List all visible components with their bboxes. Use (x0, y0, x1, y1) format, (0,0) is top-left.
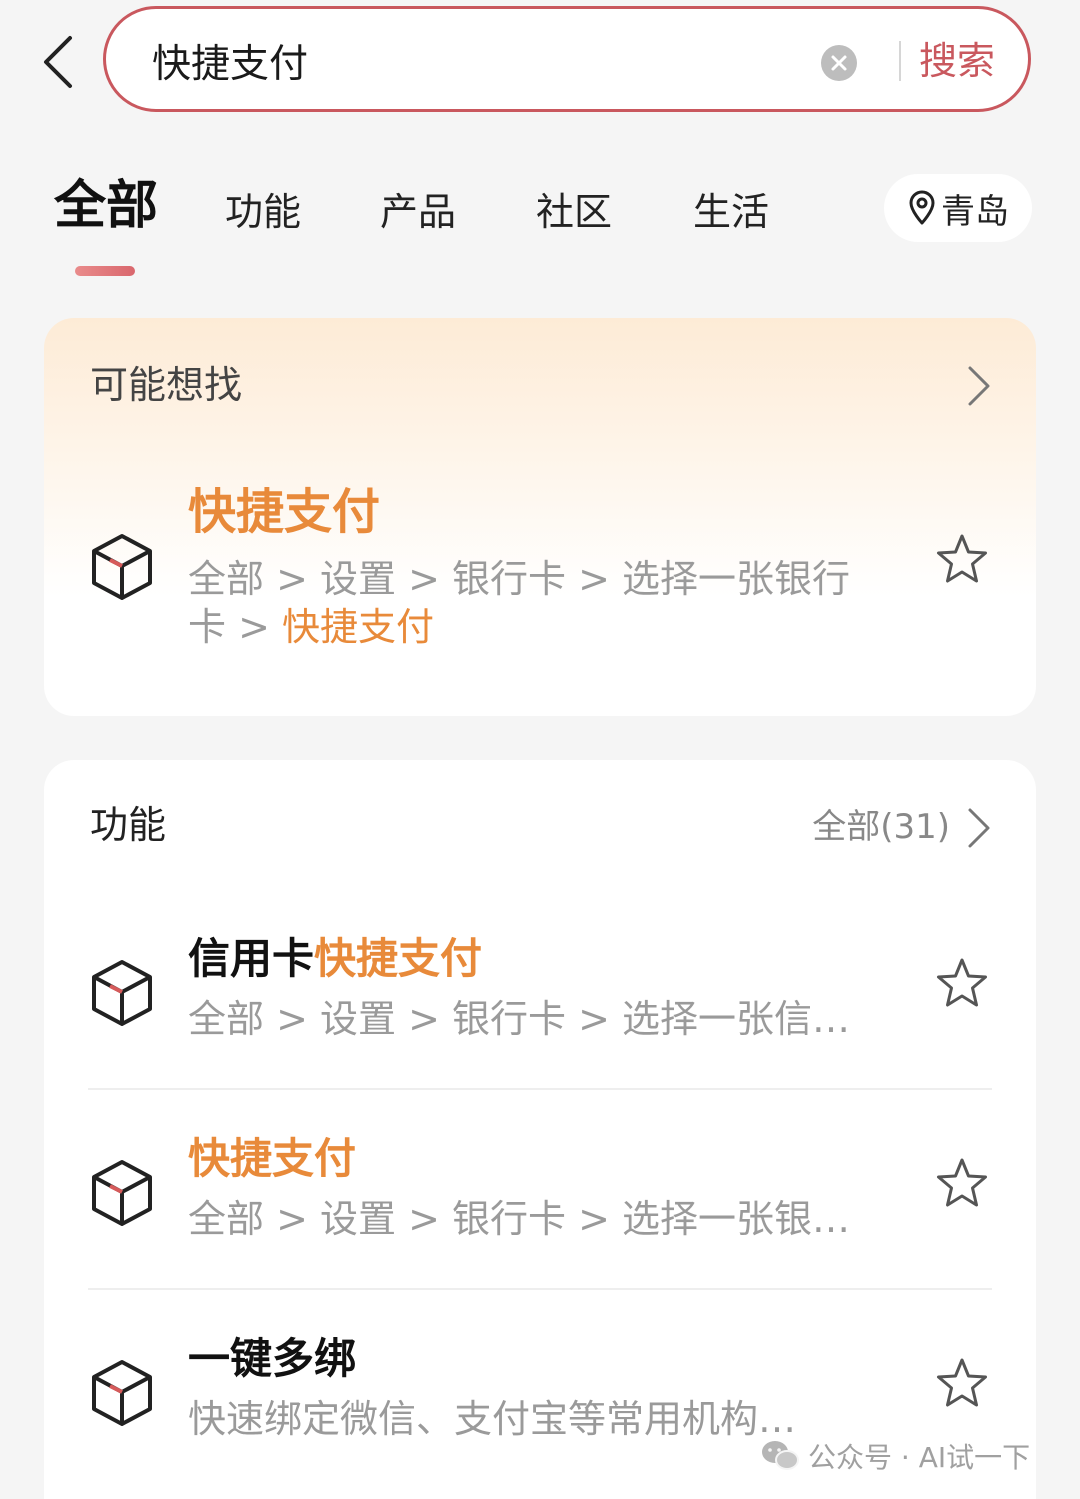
location-pin-icon (909, 190, 935, 225)
suggestion-header: 可能想找 (90, 363, 243, 407)
title-highlight: 快捷支付 (188, 1134, 357, 1183)
watermark: 公众号 · AI试一下 (760, 1432, 1030, 1480)
search-bar: 搜索 (103, 6, 1031, 112)
back-button[interactable] (36, 32, 80, 92)
item-path: 全部 > 设置 > 银行卡 > 选择一张银… (188, 1197, 850, 1241)
star-icon[interactable] (934, 532, 990, 588)
cube-icon (92, 960, 152, 1026)
star-icon[interactable] (934, 1356, 990, 1412)
tab-community[interactable]: 社区 (536, 188, 612, 236)
item-title: 信用卡快捷支付 (188, 932, 482, 986)
wechat-icon (762, 1441, 799, 1470)
divider (88, 1088, 992, 1090)
cube-icon (92, 534, 152, 600)
list-item[interactable]: 快捷支付 全部 > 设置 > 银行卡 > 选择一张银… (44, 1098, 1036, 1298)
search-input[interactable] (152, 31, 792, 91)
close-icon (831, 55, 847, 71)
chevron-right-icon[interactable] (966, 364, 992, 408)
search-divider (899, 41, 901, 81)
list-item[interactable]: 信用卡快捷支付 全部 > 设置 > 银行卡 > 选择一张信… (44, 898, 1036, 1098)
suggestion-card: 可能想找 快捷支付 全部 > 设置 > 银行卡 > 选择一张银行 卡 > 快捷支… (44, 318, 1036, 716)
suggestion-item[interactable]: 快捷支付 全部 > 设置 > 银行卡 > 选择一张银行 卡 > 快捷支付 (44, 468, 1036, 688)
tab-products[interactable]: 产品 (380, 188, 456, 236)
chevron-right-icon[interactable] (966, 806, 992, 850)
location-selector[interactable]: 青岛 (884, 174, 1032, 242)
divider (88, 1288, 992, 1290)
functions-card: 功能 全部(31) 信用卡快捷支付 全部 > 设置 > 银行卡 > 选择一张信…… (44, 760, 1036, 1499)
cube-icon (92, 1360, 152, 1426)
location-city: 青岛 (941, 191, 1009, 232)
tab-life[interactable]: 生活 (693, 188, 769, 236)
clear-button[interactable] (821, 45, 857, 81)
suggestion-title: 快捷支付 (188, 484, 381, 540)
suggestion-path-line1: 全部 > 设置 > 银行卡 > 选择一张银行 (188, 557, 850, 601)
title-plain: 信用卡 (188, 934, 315, 983)
active-tab-indicator (75, 266, 135, 276)
item-path: 全部 > 设置 > 银行卡 > 选择一张信… (188, 997, 850, 1041)
item-path: 快速绑定微信、支付宝等常用机构… (188, 1397, 797, 1441)
suggestion-path-line2: 卡 > 快捷支付 (188, 602, 434, 652)
cube-icon (92, 1160, 152, 1226)
functions-header: 功能 (90, 803, 167, 847)
search-button[interactable]: 搜索 (919, 35, 995, 87)
tab-all[interactable]: 全部 (54, 174, 158, 238)
chevron-left-icon (44, 36, 72, 88)
path-prefix: 卡 > (188, 605, 282, 649)
item-title: 快捷支付 (188, 1132, 356, 1186)
tab-functions[interactable]: 功能 (225, 188, 301, 236)
view-all-link[interactable]: 全部(31) (812, 804, 950, 850)
star-icon[interactable] (934, 956, 990, 1012)
category-tabs: 全部 功能 产品 社区 生活 青岛 (0, 160, 1080, 290)
watermark-text: 公众号 · AI试一下 (808, 1441, 1031, 1474)
title-plain: 一键多绑 (188, 1334, 357, 1383)
item-title: 一键多绑 (188, 1332, 356, 1386)
path-highlight: 快捷支付 (282, 605, 435, 649)
star-icon[interactable] (934, 1156, 990, 1212)
title-highlight: 快捷支付 (314, 934, 483, 983)
